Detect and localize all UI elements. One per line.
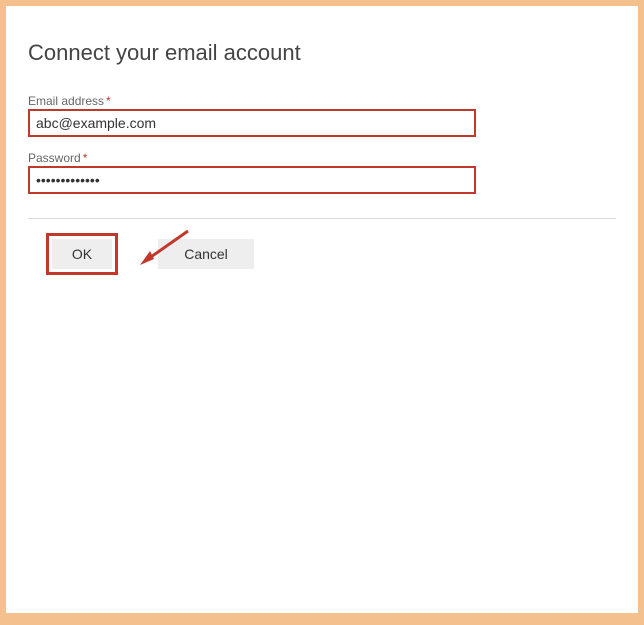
page-title: Connect your email account (28, 40, 616, 66)
password-label: Password* (28, 151, 616, 165)
password-field-group: Password* (28, 151, 616, 194)
dialog-panel: Connect your email account Email address… (6, 6, 638, 613)
password-label-text: Password (28, 151, 81, 165)
email-label: Email address* (28, 94, 616, 108)
email-label-text: Email address (28, 94, 104, 108)
cancel-button[interactable]: Cancel (158, 239, 254, 269)
button-row: OK Cancel (28, 233, 616, 275)
email-input-highlight (28, 109, 476, 137)
email-input[interactable] (36, 115, 468, 131)
password-input[interactable] (36, 172, 468, 188)
required-mark: * (83, 151, 88, 165)
password-input-highlight (28, 166, 476, 194)
divider (28, 218, 616, 219)
email-field-group: Email address* (28, 94, 616, 137)
ok-button-highlight: OK (46, 233, 118, 275)
required-mark: * (106, 94, 111, 108)
ok-button[interactable]: OK (52, 239, 112, 269)
